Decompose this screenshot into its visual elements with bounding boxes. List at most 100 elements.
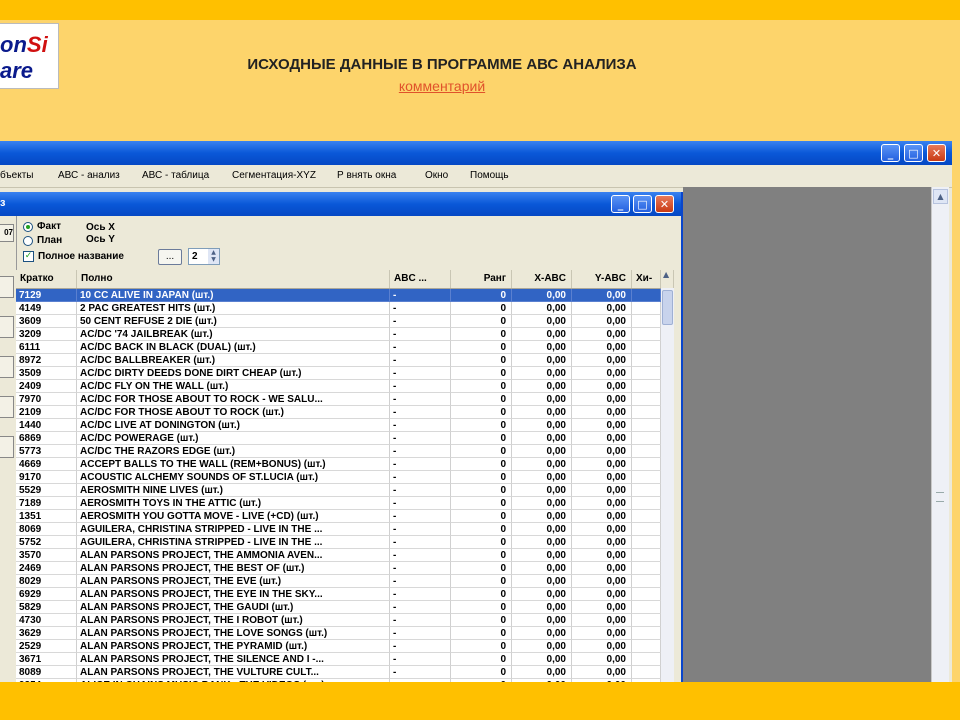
cell-rank[interactable]: 0 (451, 653, 512, 666)
cell-short[interactable]: 2529 (16, 640, 77, 653)
menu-arrange-windows[interactable]: Р внять окна (337, 170, 396, 181)
table-row[interactable]: 5829 ALAN PARSONS PROJECT, THE GAUDI (шт.… (16, 601, 661, 614)
cell-x-abc[interactable]: 0,00 (512, 406, 572, 419)
cell-y-abc[interactable]: 0,00 (572, 575, 632, 588)
table-row[interactable]: 3629 ALAN PARSONS PROJECT, THE LOVE SONGS… (16, 627, 661, 640)
cell-x-abc[interactable]: 0,00 (512, 458, 572, 471)
cell-y-abc[interactable]: 0,00 (572, 536, 632, 549)
cell-full[interactable]: AC/DC FLY ON THE WALL (шт.) (77, 380, 390, 393)
cell-rank[interactable]: 0 (451, 380, 512, 393)
col-rank[interactable]: Ранг (451, 270, 512, 288)
table-row[interactable]: 8029 ALAN PARSONS PROJECT, THE EVE (шт.) -… (16, 575, 661, 588)
cell-abc[interactable]: - (390, 601, 451, 614)
cell-x-abc[interactable]: 0,00 (512, 471, 572, 484)
comment-link[interactable]: комментарий (0, 78, 884, 94)
cell-y-abc[interactable]: 0,00 (572, 588, 632, 601)
table-row[interactable]: 9170 ACOUSTIC ALCHEMY SOUNDS OF ST.LUCIA … (16, 471, 661, 484)
cell-xi[interactable] (632, 302, 661, 315)
table-row[interactable]: 8089 ALAN PARSONS PROJECT, THE VULTURE CU… (16, 666, 661, 679)
table-row[interactable]: 5529 AEROSMITH NINE LIVES (шт.) -0 0,00 0,00 (16, 484, 661, 497)
cell-short[interactable]: 1351 (16, 510, 77, 523)
cell-full[interactable]: ALAN PARSONS PROJECT, THE VULTURE CULT..… (77, 666, 390, 679)
cell-full[interactable]: AC/DC FOR THOSE ABOUT TO ROCK - WE SALU.… (77, 393, 390, 406)
cell-rank[interactable]: 0 (451, 471, 512, 484)
cell-xi[interactable] (632, 419, 661, 432)
cell-rank[interactable]: 0 (451, 562, 512, 575)
cell-y-abc[interactable]: 0,00 (572, 653, 632, 666)
cell-abc[interactable]: - (390, 653, 451, 666)
cell-y-abc[interactable]: 0,00 (572, 640, 632, 653)
cell-xi[interactable] (632, 510, 661, 523)
cell-rank[interactable]: 0 (451, 588, 512, 601)
cell-full[interactable]: 2 PAC GREATEST HITS (шт.) (77, 302, 390, 315)
cell-abc[interactable]: - (390, 666, 451, 679)
cell-x-abc[interactable]: 0,00 (512, 588, 572, 601)
cell-full[interactable]: ALAN PARSONS PROJECT, THE AMMONIA AVEN..… (77, 549, 390, 562)
cell-short[interactable]: 4730 (16, 614, 77, 627)
cell-short[interactable]: 6111 (16, 341, 77, 354)
table-row[interactable]: 8069 AGUILERA, CHRISTINA STRIPPED - LIVE … (16, 523, 661, 536)
cell-rank[interactable]: 0 (451, 445, 512, 458)
full-name-checkbox[interactable]: ✓ (23, 251, 34, 262)
cell-abc[interactable]: - (390, 302, 451, 315)
table-row[interactable]: 3209 AC/DC '74 JAILBREAK (шт.) -0 0,00 0,00 (16, 328, 661, 341)
cell-short[interactable]: 5773 (16, 445, 77, 458)
cell-x-abc[interactable]: 0,00 (512, 523, 572, 536)
cell-y-abc[interactable]: 0,00 (572, 614, 632, 627)
cell-rank[interactable]: 0 (451, 575, 512, 588)
cell-xi[interactable] (632, 575, 661, 588)
cell-short[interactable]: 4149 (16, 302, 77, 315)
menu-abc-analysis[interactable]: АВС - анализ (58, 170, 120, 181)
cell-xi[interactable] (632, 328, 661, 341)
cell-x-abc[interactable]: 0,00 (512, 484, 572, 497)
cell-abc[interactable]: - (390, 523, 451, 536)
table-row[interactable]: 5752 AGUILERA, CHRISTINA STRIPPED - LIVE … (16, 536, 661, 549)
cell-abc[interactable]: - (390, 380, 451, 393)
cell-y-abc[interactable]: 0,00 (572, 354, 632, 367)
cell-abc[interactable]: - (390, 289, 451, 302)
cell-short[interactable]: 1440 (16, 419, 77, 432)
table-row[interactable]: 2409 AC/DC FLY ON THE WALL (шт.) -0 0,00 0,0… (16, 380, 661, 393)
cell-full[interactable]: AC/DC FOR THOSE ABOUT TO ROCK (шт.) (77, 406, 390, 419)
cell-full[interactable]: ALAN PARSONS PROJECT, THE LOVE SONGS (шт… (77, 627, 390, 640)
cell-abc[interactable]: - (390, 406, 451, 419)
cell-xi[interactable] (632, 484, 661, 497)
cell-rank[interactable]: 0 (451, 341, 512, 354)
cell-xi[interactable] (632, 341, 661, 354)
cell-full[interactable]: AC/DC LIVE AT DONINGTON (шт.) (77, 419, 390, 432)
menu-segmentation[interactable]: Сегментация-XYZ (232, 170, 316, 181)
cell-x-abc[interactable]: 0,00 (512, 419, 572, 432)
cell-full[interactable]: AC/DC DIRTY DEEDS DONE DIRT CHEAP (шт.) (77, 367, 390, 380)
cell-xi[interactable] (632, 380, 661, 393)
cell-short[interactable]: 8972 (16, 354, 77, 367)
level-spinner[interactable]: 2 ▲ ▼ (188, 248, 220, 265)
cell-short[interactable]: 9170 (16, 471, 77, 484)
cell-y-abc[interactable]: 0,00 (572, 523, 632, 536)
cell-abc[interactable]: - (390, 510, 451, 523)
cell-y-abc[interactable]: 0,00 (572, 380, 632, 393)
cell-abc[interactable]: - (390, 588, 451, 601)
inner-maximize-button[interactable]: □ (633, 195, 652, 213)
cell-full[interactable]: AGUILERA, CHRISTINA STRIPPED - LIVE IN T… (77, 536, 390, 549)
cell-abc[interactable]: - (390, 367, 451, 380)
cell-xi[interactable] (632, 536, 661, 549)
cell-full[interactable]: 10 CC ALIVE IN JAPAN (шт.) (77, 289, 390, 302)
left-tab-2[interactable] (0, 316, 14, 338)
cell-full[interactable]: ALAN PARSONS PROJECT, THE I ROBOT (шт.) (77, 614, 390, 627)
cell-short[interactable]: 4669 (16, 458, 77, 471)
cell-x-abc[interactable]: 0,00 (512, 601, 572, 614)
cell-xi[interactable] (632, 601, 661, 614)
table-row[interactable]: 6869 AC/DC POWERAGE (шт.) -0 0,00 0,00 (16, 432, 661, 445)
minimize-button[interactable]: _ (881, 144, 900, 162)
cell-x-abc[interactable]: 0,00 (512, 367, 572, 380)
dots-button[interactable]: ... (158, 249, 182, 265)
col-y-abc[interactable]: Y-ABC (572, 270, 632, 288)
cell-x-abc[interactable]: 0,00 (512, 614, 572, 627)
cell-y-abc[interactable]: 0,00 (572, 458, 632, 471)
cell-x-abc[interactable]: 0,00 (512, 666, 572, 679)
cell-short[interactable]: 2109 (16, 406, 77, 419)
cell-y-abc[interactable]: 0,00 (572, 471, 632, 484)
cell-rank[interactable]: 0 (451, 601, 512, 614)
cell-full[interactable]: ACCEPT BALLS TO THE WALL (REM+BONUS) (шт… (77, 458, 390, 471)
main-scrollbar[interactable]: ▲ (931, 187, 949, 682)
